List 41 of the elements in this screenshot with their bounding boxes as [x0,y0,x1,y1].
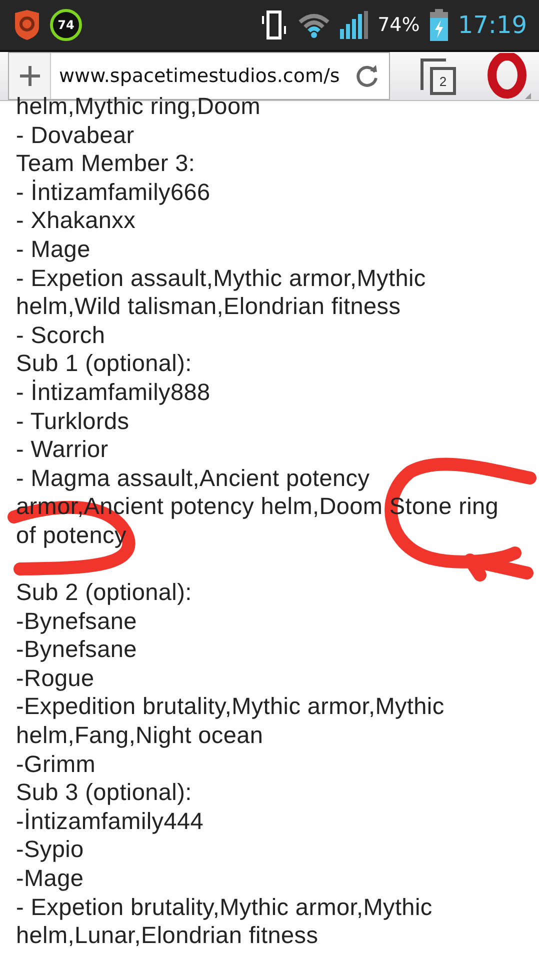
text-line: -Mage [16,864,85,893]
text-line: helm,Fang,Night ocean [16,721,264,750]
text-line: -Sypio [16,835,85,864]
clock-time: 17:19 [458,11,527,39]
text-line: - Dovabear [16,120,136,150]
text-line: - Turklords [16,406,130,436]
plus-icon [20,66,40,86]
text-line: -Expedition brutality,Mythic armor,Mythic [16,692,446,722]
text-line: - Xhakanxx [16,206,137,235]
text-line: -Bynefsane [16,635,138,664]
text-line: Sub 2 (optional): [16,578,193,607]
text-line: -Bynefsane [16,606,138,636]
battery-percent: 74% [378,14,420,36]
text-line: Sub 1 (optional): [16,349,193,378]
text-line: - Mage [16,234,92,264]
text-line: -Rogue [16,664,96,692]
text-line: -İntizamfamily444 [16,806,205,836]
text-line: - İntizamfamily888 [16,378,212,407]
wifi-icon [298,12,330,38]
text-line: - Scorch [16,320,106,350]
text-line: - Expetion assault,Mythic armor,Mythic [16,264,427,292]
shield-icon[interactable] [14,10,40,40]
text-line: - Magma assault,Ancient potency [16,464,371,492]
text-line: Team Member 3: [16,149,196,178]
text-line: helm,Wild talisman,Elondrian fitness [16,292,402,321]
reload-icon [355,64,379,88]
signal-icon [340,11,368,39]
text-line: - Warrior [16,435,110,464]
notification-badge: 74 [50,9,82,41]
text-line: -Grimm [16,750,97,778]
battery-icon [430,9,448,41]
text-line: - İntizamfamily666 [16,178,212,206]
text-line: helm,Lunar,Elondrian fitness [16,921,320,950]
o-logo-icon [485,53,531,99]
text-line: - Expetion brutality,Mythic armor,Mythic [16,892,434,922]
menu-button[interactable] [485,53,531,99]
add-bookmark-button[interactable] [9,53,51,99]
tabs-button[interactable]: 2 [418,56,458,96]
vibrate-icon [260,10,288,40]
text-line: Sub 3 (optional): [16,778,193,807]
url-text: www.spacetimestudios.com/s [58,65,341,87]
